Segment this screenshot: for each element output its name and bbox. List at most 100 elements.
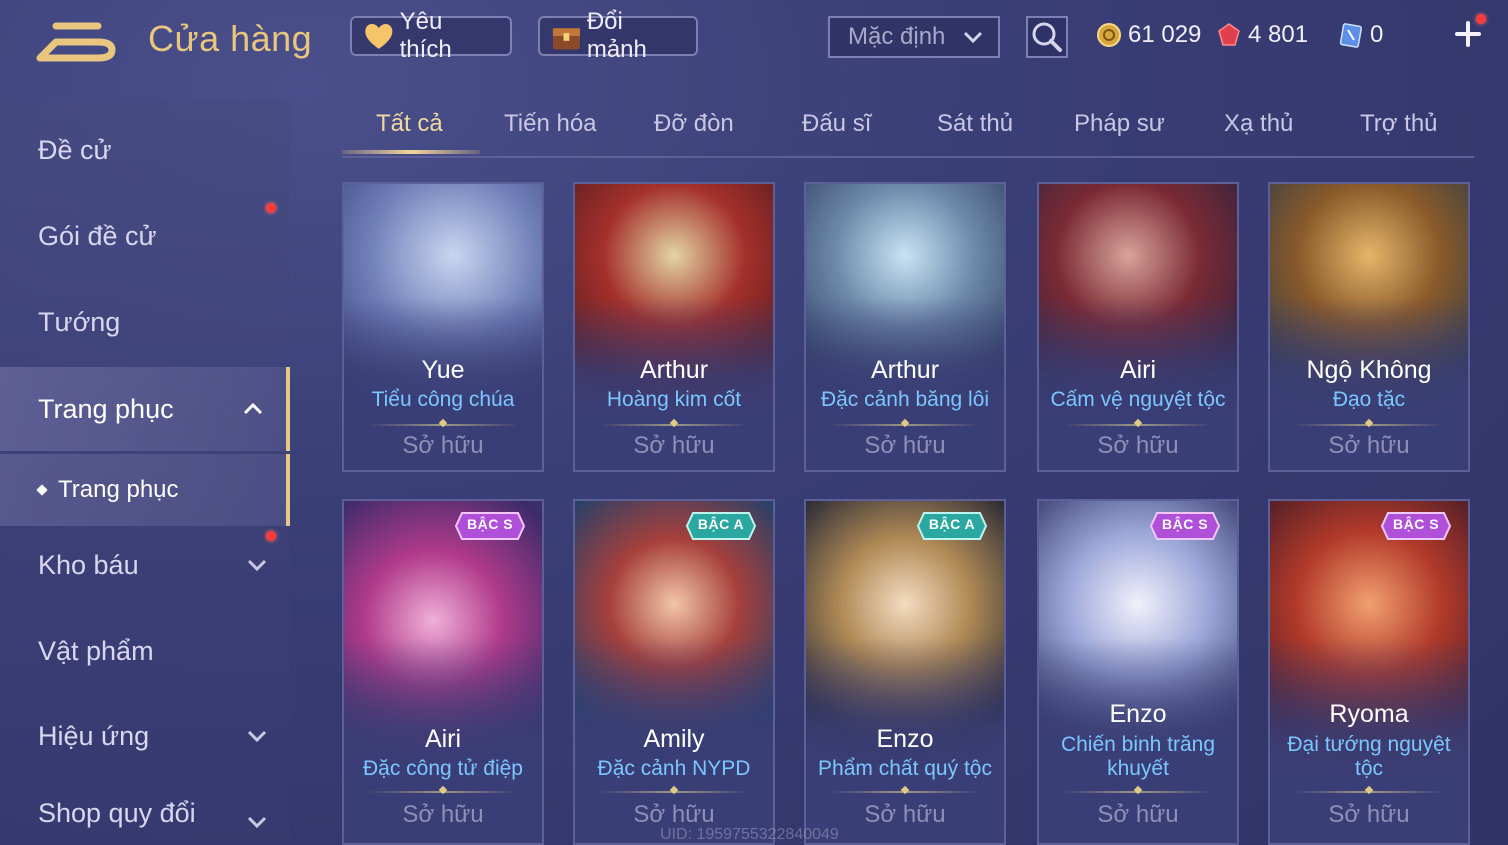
tier-badge: BẬC A <box>685 511 757 541</box>
tab-evolution[interactable]: Tiến hóa <box>504 110 597 138</box>
skin-card[interactable]: Arthur Đặc cảnh băng lôi Sở hữu <box>804 182 1006 472</box>
sidebar-item-skins[interactable]: Trang phục <box>0 367 290 451</box>
chevron-down-icon <box>963 31 983 44</box>
tier-label: BẬC A <box>697 516 745 532</box>
tab-tank[interactable]: Đỡ đòn <box>654 110 734 138</box>
skin-card[interactable]: Yue Tiểu công chúa Sở hữu <box>342 182 544 472</box>
sort-dropdown[interactable]: Mặc định <box>828 16 1000 58</box>
sidebar-item-exchange-shop[interactable]: Shop quy đổi <box>0 782 290 845</box>
divider <box>1294 791 1444 793</box>
skin-card[interactable]: Arthur Hoàng kim cốt Sở hữu <box>573 182 775 472</box>
hero-name: Airi <box>1119 356 1157 384</box>
sidebar-item-treasure[interactable]: Kho báu <box>0 525 290 605</box>
divider <box>368 791 518 793</box>
hero-name: Ngộ Không <box>1306 356 1432 384</box>
heart-icon <box>365 23 393 49</box>
owned-status: Sở hữu <box>1328 432 1410 459</box>
sidebar-item-recommended[interactable]: Đề cử <box>0 110 290 190</box>
skin-card[interactable]: Ngộ Không Đạo tặc Sở hữu <box>1268 182 1470 472</box>
skin-card[interactable]: BẬC A Amily Đặc cảnh NYPD Sở hữu <box>573 499 775 845</box>
hero-name: Ryoma <box>1329 700 1409 728</box>
notification-dot <box>266 531 276 541</box>
owned-status: Sở hữu <box>633 801 715 828</box>
sidebar-item-label: Shop quy đổi <box>38 798 196 828</box>
ticket-amount: 0 <box>1370 21 1384 48</box>
favorites-button[interactable]: Yêu thích <box>350 8 512 63</box>
sidebar-item-label: Tướng <box>38 306 121 337</box>
skin-card[interactable]: BẬC A Enzo Phẩm chất quý tộc Sở hữu <box>804 499 1006 845</box>
skin-name: Tiểu công chúa <box>371 388 515 411</box>
sidebar-item-label: Kho báu <box>38 549 139 580</box>
divider <box>1063 791 1213 793</box>
shard-exchange-label: Đổi mảnh <box>586 8 647 63</box>
chevron-down-icon <box>247 559 267 572</box>
sidebar-item-items[interactable]: Vật phẩm <box>0 611 290 691</box>
skin-card[interactable]: BẬC S Enzo Chiến binh trăng khuyết Sở hữ… <box>1037 499 1239 845</box>
skin-name: Đặc công tử điệp <box>363 757 523 780</box>
tier-label: BẬC A <box>928 516 976 532</box>
hero-name: Amily <box>643 725 705 753</box>
gold-amount: 61 029 <box>1128 21 1202 48</box>
tab-fighter[interactable]: Đấu sĩ <box>802 110 871 138</box>
search-icon <box>1032 22 1062 52</box>
divider <box>599 791 749 793</box>
sidebar-item-recommended-packs[interactable]: Gói đề cử <box>0 196 290 276</box>
sidebar-item-label: Gói đề cử <box>38 220 157 251</box>
tier-badge: BẬC S <box>454 511 526 541</box>
page-title: Cửa hàng <box>148 18 313 59</box>
owned-status: Sở hữu <box>864 432 946 459</box>
tier-badge: BẬC A <box>916 511 988 541</box>
divider <box>599 424 749 426</box>
tier-label: BẬC S <box>1161 516 1209 532</box>
divider <box>1063 424 1213 426</box>
skin-card[interactable]: Airi Cấm vệ nguyệt tộc Sở hữu <box>1037 182 1239 472</box>
sort-value: Mặc định <box>848 23 946 50</box>
ruby-gem-icon <box>1218 23 1240 46</box>
owned-status: Sở hữu <box>864 801 946 828</box>
divider <box>1294 424 1444 426</box>
hero-name: Enzo <box>1109 700 1167 728</box>
tab-all[interactable]: Tất cả <box>376 110 443 138</box>
owned-status: Sở hữu <box>402 432 484 459</box>
bullet-icon <box>36 484 48 496</box>
hero-name: Arthur <box>870 356 940 384</box>
gem-amount: 4 801 <box>1248 21 1309 48</box>
shard-exchange-button[interactable]: Đổi mảnh <box>538 8 698 63</box>
skin-name-line2: khuyết <box>1107 757 1169 780</box>
sidebar-subitem-skins[interactable]: Trang phục <box>0 454 290 526</box>
chevron-up-icon <box>243 402 263 415</box>
skin-card[interactable]: BẬC S Ryoma Đại tướng nguyệt tộc Sở hữu <box>1268 499 1470 845</box>
tab-assassin[interactable]: Sát thủ <box>937 110 1013 138</box>
chevron-down-icon <box>247 730 267 743</box>
hero-name: Arthur <box>639 356 709 384</box>
notification-dot <box>1476 14 1486 24</box>
favorites-label: Yêu thích <box>399 8 452 63</box>
tab-support[interactable]: Trợ thủ <box>1360 110 1438 138</box>
gold-coin-icon <box>1097 23 1121 47</box>
sidebar-item-heroes[interactable]: Tướng <box>0 282 290 362</box>
skin-name-line1: Chiến binh trăng <box>1060 733 1216 756</box>
sidebar-item-effects[interactable]: Hiệu ứng <box>0 696 290 776</box>
tier-badge: BẬC S <box>1380 511 1452 541</box>
tab-marksman[interactable]: Xạ thủ <box>1224 110 1293 138</box>
tier-badge: BẬC S <box>1149 511 1221 541</box>
skin-name-line1: Đại tướng nguyệt <box>1287 733 1451 756</box>
gem-balance: 4 801 <box>1216 18 1308 52</box>
hero-name: Airi <box>424 725 462 753</box>
search-button[interactable] <box>1026 16 1068 58</box>
divider <box>830 424 980 426</box>
chevron-down-icon <box>247 816 267 829</box>
skin-name: Cấm vệ nguyệt tộc <box>1050 388 1226 411</box>
owned-status: Sở hữu <box>1097 432 1179 459</box>
treasure-chest-icon <box>552 28 580 50</box>
divider <box>830 791 980 793</box>
skin-name: Phẩm chất quý tộc <box>818 757 992 780</box>
sidebar-item-label: Vật phẩm <box>38 635 154 666</box>
skin-name: Đặc cảnh băng lôi <box>820 388 990 411</box>
sidebar-item-label: Trang phục <box>38 393 174 424</box>
back-arrow-icon[interactable] <box>34 20 120 64</box>
skin-card[interactable]: BẬC S Airi Đặc công tử điệp Sở hữu <box>342 499 544 845</box>
hero-name: Enzo <box>876 725 934 753</box>
tab-mage[interactable]: Pháp sư <box>1074 110 1165 138</box>
skin-name: Hoàng kim cốt <box>606 388 742 411</box>
